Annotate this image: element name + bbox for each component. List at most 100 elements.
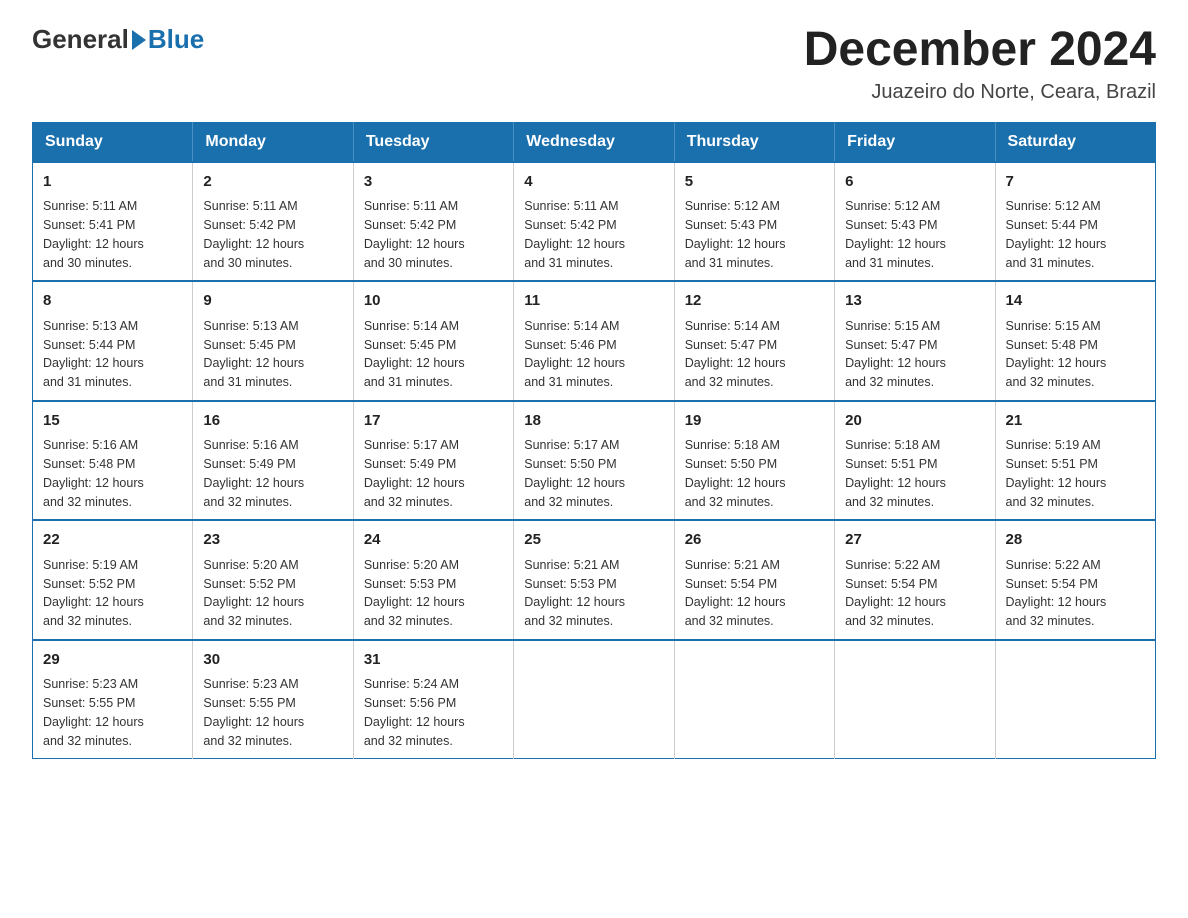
day-number: 31 xyxy=(364,649,503,672)
page-header: General Blue December 2024 Juazeiro do N… xyxy=(32,24,1156,104)
calendar-cell: 28 Sunrise: 5:22 AMSunset: 5:54 PMDayligh… xyxy=(995,520,1155,640)
header-friday: Friday xyxy=(835,122,995,162)
calendar-cell: 5 Sunrise: 5:12 AMSunset: 5:43 PMDaylight… xyxy=(674,162,834,282)
day-number: 21 xyxy=(1006,410,1145,433)
calendar-cell: 17 Sunrise: 5:17 AMSunset: 5:49 PMDayligh… xyxy=(353,401,513,521)
day-number: 20 xyxy=(845,410,984,433)
calendar-cell: 26 Sunrise: 5:21 AMSunset: 5:54 PMDayligh… xyxy=(674,520,834,640)
day-info: Sunrise: 5:17 AMSunset: 5:50 PMDaylight:… xyxy=(524,436,663,511)
calendar-header: SundayMondayTuesdayWednesdayThursdayFrid… xyxy=(33,122,1156,162)
calendar-cell: 27 Sunrise: 5:22 AMSunset: 5:54 PMDayligh… xyxy=(835,520,995,640)
day-info: Sunrise: 5:23 AMSunset: 5:55 PMDaylight:… xyxy=(203,675,342,750)
calendar-cell: 21 Sunrise: 5:19 AMSunset: 5:51 PMDayligh… xyxy=(995,401,1155,521)
calendar-cell: 31Sunrise: 5:24 AMSunset: 5:56 PMDayligh… xyxy=(353,640,513,759)
day-info: Sunrise: 5:23 AMSunset: 5:55 PMDaylight:… xyxy=(43,675,182,750)
calendar-cell: 15Sunrise: 5:16 AMSunset: 5:48 PMDayligh… xyxy=(33,401,193,521)
day-info: Sunrise: 5:14 AMSunset: 5:47 PMDaylight:… xyxy=(685,317,824,392)
week-row-5: 29 Sunrise: 5:23 AMSunset: 5:55 PMDayligh… xyxy=(33,640,1156,759)
day-number: 11 xyxy=(524,290,663,313)
day-info: Sunrise: 5:15 AMSunset: 5:48 PMDaylight:… xyxy=(1006,317,1145,392)
header-tuesday: Tuesday xyxy=(353,122,513,162)
day-number: 8 xyxy=(43,290,182,313)
day-number: 5 xyxy=(685,171,824,194)
calendar-cell: 16Sunrise: 5:16 AMSunset: 5:49 PMDayligh… xyxy=(193,401,353,521)
calendar-cell: 30 Sunrise: 5:23 AMSunset: 5:55 PMDayligh… xyxy=(193,640,353,759)
day-number: 6 xyxy=(845,171,984,194)
calendar-cell: 13Sunrise: 5:15 AMSunset: 5:47 PMDayligh… xyxy=(835,281,995,401)
day-info: Sunrise: 5:11 AMSunset: 5:42 PMDaylight:… xyxy=(203,197,342,272)
day-info: Sunrise: 5:18 AMSunset: 5:51 PMDaylight:… xyxy=(845,436,984,511)
logo-blue-text: Blue xyxy=(148,24,204,55)
logo: General Blue xyxy=(32,24,204,55)
day-info: Sunrise: 5:22 AMSunset: 5:54 PMDaylight:… xyxy=(845,556,984,631)
day-number: 17 xyxy=(364,410,503,433)
day-number: 12 xyxy=(685,290,824,313)
calendar-cell: 20 Sunrise: 5:18 AMSunset: 5:51 PMDayligh… xyxy=(835,401,995,521)
header-row: SundayMondayTuesdayWednesdayThursdayFrid… xyxy=(33,122,1156,162)
day-number: 19 xyxy=(685,410,824,433)
week-row-1: 1Sunrise: 5:11 AMSunset: 5:41 PMDaylight… xyxy=(33,162,1156,282)
calendar-cell: 8 Sunrise: 5:13 AMSunset: 5:44 PMDaylight… xyxy=(33,281,193,401)
logo-arrow-icon xyxy=(132,30,146,50)
calendar-cell xyxy=(674,640,834,759)
calendar-cell: 18 Sunrise: 5:17 AMSunset: 5:50 PMDayligh… xyxy=(514,401,674,521)
calendar-cell: 11Sunrise: 5:14 AMSunset: 5:46 PMDayligh… xyxy=(514,281,674,401)
calendar-cell: 25 Sunrise: 5:21 AMSunset: 5:53 PMDayligh… xyxy=(514,520,674,640)
page-title: December 2024 xyxy=(804,24,1156,77)
day-info: Sunrise: 5:18 AMSunset: 5:50 PMDaylight:… xyxy=(685,436,824,511)
day-info: Sunrise: 5:12 AMSunset: 5:43 PMDaylight:… xyxy=(845,197,984,272)
header-wednesday: Wednesday xyxy=(514,122,674,162)
day-info: Sunrise: 5:11 AMSunset: 5:41 PMDaylight:… xyxy=(43,197,182,272)
day-info: Sunrise: 5:21 AMSunset: 5:54 PMDaylight:… xyxy=(685,556,824,631)
day-number: 2 xyxy=(203,171,342,194)
calendar-cell: 22Sunrise: 5:19 AMSunset: 5:52 PMDayligh… xyxy=(33,520,193,640)
header-monday: Monday xyxy=(193,122,353,162)
day-number: 22 xyxy=(43,529,182,552)
calendar-cell: 2 Sunrise: 5:11 AMSunset: 5:42 PMDaylight… xyxy=(193,162,353,282)
calendar-cell xyxy=(514,640,674,759)
day-info: Sunrise: 5:19 AMSunset: 5:51 PMDaylight:… xyxy=(1006,436,1145,511)
day-number: 4 xyxy=(524,171,663,194)
page-subtitle: Juazeiro do Norte, Ceara, Brazil xyxy=(804,81,1156,104)
day-number: 30 xyxy=(203,649,342,672)
day-number: 9 xyxy=(203,290,342,313)
calendar-cell: 23 Sunrise: 5:20 AMSunset: 5:52 PMDayligh… xyxy=(193,520,353,640)
calendar-cell: 6 Sunrise: 5:12 AMSunset: 5:43 PMDaylight… xyxy=(835,162,995,282)
day-number: 3 xyxy=(364,171,503,194)
calendar-cell: 14 Sunrise: 5:15 AMSunset: 5:48 PMDayligh… xyxy=(995,281,1155,401)
week-row-4: 22Sunrise: 5:19 AMSunset: 5:52 PMDayligh… xyxy=(33,520,1156,640)
calendar-cell: 24Sunrise: 5:20 AMSunset: 5:53 PMDayligh… xyxy=(353,520,513,640)
day-info: Sunrise: 5:22 AMSunset: 5:54 PMDaylight:… xyxy=(1006,556,1145,631)
day-number: 14 xyxy=(1006,290,1145,313)
calendar-cell: 10 Sunrise: 5:14 AMSunset: 5:45 PMDayligh… xyxy=(353,281,513,401)
day-info: Sunrise: 5:13 AMSunset: 5:44 PMDaylight:… xyxy=(43,317,182,392)
day-number: 23 xyxy=(203,529,342,552)
day-number: 28 xyxy=(1006,529,1145,552)
day-number: 26 xyxy=(685,529,824,552)
day-number: 15 xyxy=(43,410,182,433)
calendar-cell xyxy=(835,640,995,759)
day-number: 25 xyxy=(524,529,663,552)
day-number: 16 xyxy=(203,410,342,433)
day-number: 13 xyxy=(845,290,984,313)
calendar-table: SundayMondayTuesdayWednesdayThursdayFrid… xyxy=(32,122,1156,760)
day-info: Sunrise: 5:13 AMSunset: 5:45 PMDaylight:… xyxy=(203,317,342,392)
day-number: 18 xyxy=(524,410,663,433)
header-sunday: Sunday xyxy=(33,122,193,162)
day-info: Sunrise: 5:21 AMSunset: 5:53 PMDaylight:… xyxy=(524,556,663,631)
calendar-cell: 1Sunrise: 5:11 AMSunset: 5:41 PMDaylight… xyxy=(33,162,193,282)
day-number: 27 xyxy=(845,529,984,552)
day-info: Sunrise: 5:14 AMSunset: 5:45 PMDaylight:… xyxy=(364,317,503,392)
header-saturday: Saturday xyxy=(995,122,1155,162)
day-number: 24 xyxy=(364,529,503,552)
week-row-3: 15Sunrise: 5:16 AMSunset: 5:48 PMDayligh… xyxy=(33,401,1156,521)
day-number: 29 xyxy=(43,649,182,672)
calendar-cell xyxy=(995,640,1155,759)
calendar-body: 1Sunrise: 5:11 AMSunset: 5:41 PMDaylight… xyxy=(33,162,1156,759)
day-info: Sunrise: 5:12 AMSunset: 5:43 PMDaylight:… xyxy=(685,197,824,272)
day-number: 10 xyxy=(364,290,503,313)
calendar-cell: 29 Sunrise: 5:23 AMSunset: 5:55 PMDayligh… xyxy=(33,640,193,759)
calendar-cell: 3Sunrise: 5:11 AMSunset: 5:42 PMDaylight… xyxy=(353,162,513,282)
day-info: Sunrise: 5:20 AMSunset: 5:52 PMDaylight:… xyxy=(203,556,342,631)
day-info: Sunrise: 5:17 AMSunset: 5:49 PMDaylight:… xyxy=(364,436,503,511)
